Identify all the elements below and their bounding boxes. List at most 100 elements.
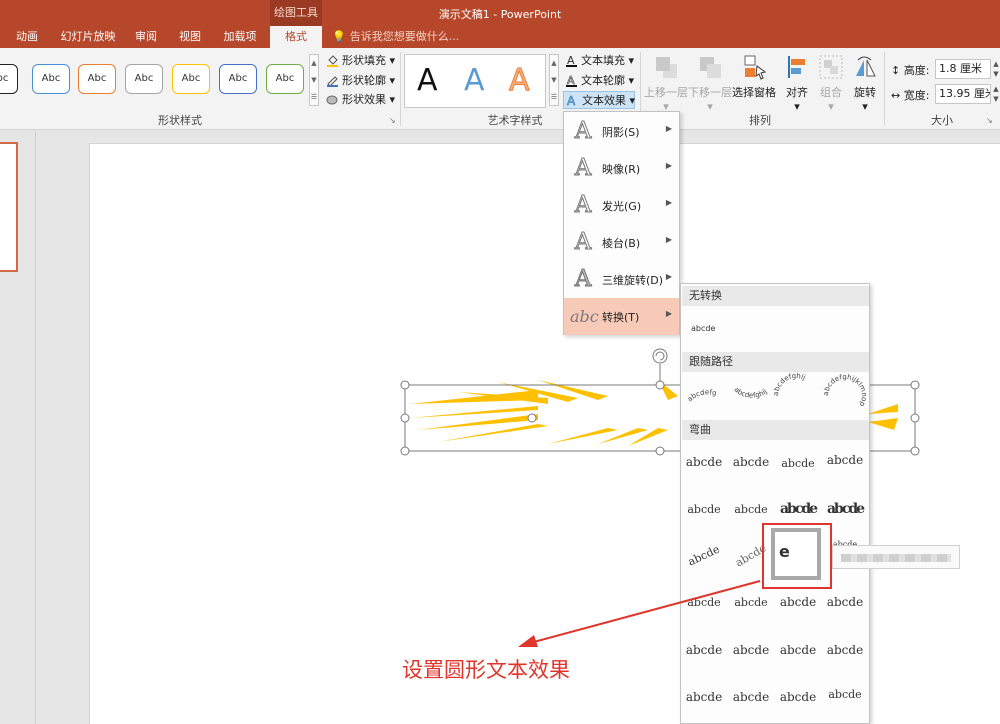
follow-path-arch-up[interactable]: abcdefg — [686, 388, 718, 403]
warp-inflate-bottom[interactable]: abcde — [682, 684, 726, 710]
menu-item-shadow-label: 阴影(S) — [602, 126, 640, 139]
warp-deflate[interactable]: abcde — [823, 637, 867, 663]
warp-inflate-top[interactable]: abcde — [776, 684, 820, 710]
menu-item-shadow[interactable]: A 阴影(S) ▶ — [564, 113, 679, 150]
warp-deflate-bottom[interactable]: abcde — [729, 684, 773, 710]
width-input[interactable]: 13.95 厘米 — [935, 84, 991, 104]
shape-style-sample[interactable]: Abc — [32, 64, 70, 94]
shape-style-sample[interactable]: Abc — [0, 64, 18, 94]
tab-slideshow[interactable]: 幻灯片放映 — [56, 26, 120, 48]
wordart-gallery-scroll[interactable]: ▲ ▼ ☰ — [549, 54, 559, 106]
shape-style-sample[interactable]: Abc — [125, 64, 163, 94]
highlight-box — [762, 523, 832, 589]
shape-style-sample[interactable]: Abc — [266, 64, 304, 94]
scroll-up-icon[interactable]: ▲ — [550, 55, 558, 72]
dropdown-arrow-icon: ▾ — [386, 93, 396, 106]
warp-triangle-up[interactable]: abcde — [776, 451, 820, 477]
section-header-follow-path: 跟随路径 — [682, 352, 869, 372]
width-spinner[interactable]: ▲ ▼ — [992, 84, 1000, 104]
rotation-handle-icon[interactable] — [652, 348, 668, 364]
resize-handle[interactable] — [400, 446, 410, 456]
height-input[interactable]: 1.8 厘米 — [935, 59, 991, 79]
dropdown-arrow-icon: ▾ — [707, 100, 713, 113]
submenu-arrow-icon: ▶ — [665, 198, 672, 207]
warp-inflate[interactable]: abcde — [776, 637, 820, 663]
height-spinner[interactable]: ▲ ▼ — [992, 59, 1000, 79]
shape-style-sample[interactable]: Abc — [172, 64, 210, 94]
menu-item-3d-rotation[interactable]: A 三维旋转(D) ▶ — [564, 261, 679, 298]
no-transform-option[interactable]: abcde — [691, 324, 715, 333]
menu-item-reflection[interactable]: A 映像(R) ▶ — [564, 150, 679, 187]
warp-wave-2[interactable]: abcde — [823, 589, 867, 615]
scroll-down-icon[interactable]: ▼ — [550, 72, 558, 89]
scroll-down-icon[interactable]: ▼ — [310, 72, 318, 89]
follow-path-gallery: abcdefg abcdefghij abcdefghij abcdefghij… — [686, 372, 868, 408]
group-icon — [818, 54, 844, 80]
shape-style-gallery-scroll[interactable]: ▲ ▼ ☰ — [309, 54, 319, 106]
text-effects-button[interactable]: A 文本效果 ▾ — [563, 91, 635, 109]
warp-ring-outside[interactable]: abcde — [823, 496, 867, 522]
align-button[interactable]: 对齐 ▾ — [784, 54, 810, 113]
rotate-button[interactable]: 旋转 ▾ — [852, 54, 878, 113]
tab-format[interactable]: 格式 — [270, 26, 322, 48]
shape-style-sample-label: Abc — [134, 73, 154, 84]
selection-pane-label: 选择窗格 — [732, 86, 776, 99]
shape-fill-button[interactable]: 形状填充 ▾ — [326, 52, 395, 70]
shape-style-sample[interactable]: Abc — [78, 64, 116, 94]
inner-handle[interactable] — [527, 413, 537, 423]
shape-style-sample-label: Abc — [228, 73, 248, 84]
resize-handle[interactable] — [910, 446, 920, 456]
wordart-sample-orange[interactable]: A — [509, 63, 531, 99]
warp-wave-1[interactable]: abcde — [776, 589, 820, 615]
follow-path-circle[interactable]: abcdefghij — [772, 372, 807, 396]
group-button[interactable]: 组合 ▾ — [818, 54, 844, 113]
resize-handle[interactable] — [400, 380, 410, 390]
align-label: 对齐 — [786, 86, 808, 99]
group-separator — [400, 52, 401, 126]
resize-handle[interactable] — [655, 446, 665, 456]
tab-addins[interactable]: 加载项 — [219, 26, 261, 48]
warp-chevron-up[interactable]: abcde — [682, 497, 726, 523]
wordart-sample-black[interactable]: A — [417, 63, 438, 98]
shape-outline-button[interactable]: 形状轮廓 ▾ — [326, 72, 395, 90]
resize-handle[interactable] — [910, 413, 920, 423]
text-outline-button[interactable]: A 文本轮廓 ▾ — [565, 72, 634, 90]
gallery-more-icon[interactable]: ☰ — [550, 89, 558, 106]
warp-chevron-down[interactable]: abcde — [729, 497, 773, 523]
warp-triangle-down[interactable]: abcde — [823, 447, 867, 473]
tab-animations[interactable]: 动画 — [10, 26, 44, 48]
scroll-up-icon[interactable]: ▲ — [310, 55, 318, 72]
resize-handle[interactable] — [910, 380, 920, 390]
send-backward-button[interactable]: 下移一层 ▾ — [688, 54, 732, 113]
menu-item-bevel[interactable]: A 棱台(B) ▶ — [564, 224, 679, 261]
menu-item-glow[interactable]: A 发光(G) ▶ — [564, 187, 679, 224]
shape-effects-button[interactable]: 形状效果 ▾ — [326, 91, 395, 109]
height-icon: ↕ — [891, 64, 904, 77]
text-fill-button[interactable]: A 文本填充 ▾ — [565, 52, 634, 70]
tab-review[interactable]: 审阅 — [131, 26, 161, 48]
selection-pane-button[interactable]: 选择窗格 — [732, 54, 776, 100]
dialog-launcher-icon[interactable]: ↘ — [389, 112, 396, 130]
follow-path-sample-text: abcdefghijklmnop — [822, 373, 868, 408]
warp-plain[interactable]: abcde — [682, 449, 726, 475]
warp-ring-inside[interactable]: abcde — [776, 496, 820, 522]
submenu-arrow-icon: ▶ — [665, 309, 672, 318]
follow-path-arch-down[interactable]: abcdefghij — [733, 386, 769, 400]
dialog-launcher-icon[interactable]: ↘ — [986, 112, 993, 130]
warp-deflate-top[interactable]: abcde — [823, 682, 867, 708]
shape-style-sample[interactable]: Abc — [219, 64, 257, 94]
resize-handle[interactable] — [655, 380, 665, 390]
bring-forward-button[interactable]: 上移一层 ▾ — [644, 54, 688, 113]
menu-item-transform[interactable]: abc 转换(T) ▶ — [564, 298, 679, 335]
slide-thumbnail[interactable] — [0, 142, 18, 272]
resize-handle[interactable] — [400, 413, 410, 423]
wordart-gallery: A A A — [404, 54, 546, 108]
glow-a-icon: A — [574, 192, 592, 219]
warp-stop[interactable]: abcde — [729, 449, 773, 475]
text-effects-icon: A — [566, 93, 579, 108]
wordart-sample-blue[interactable]: A — [464, 63, 485, 98]
gallery-more-icon[interactable]: ☰ — [310, 89, 318, 106]
follow-path-button[interactable]: abcdefghijklmnop — [822, 373, 868, 408]
tab-view[interactable]: 视图 — [174, 26, 206, 48]
tell-me-box[interactable]: 💡 告诉我您想要做什么... — [332, 26, 459, 48]
